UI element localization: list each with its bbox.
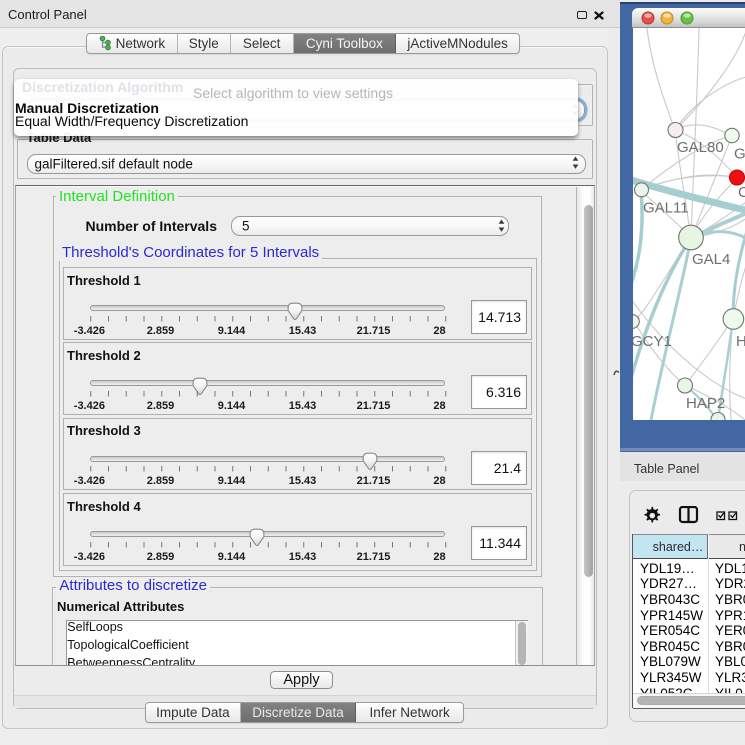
svg-text:H: H <box>736 333 745 350</box>
svg-text:GA: GA <box>734 145 745 162</box>
svg-text:GCY1: GCY1 <box>633 333 672 350</box>
svg-text:HAP2: HAP2 <box>686 395 725 412</box>
svg-text:GAL4: GAL4 <box>692 251 730 268</box>
svg-text:GAL80: GAL80 <box>677 139 724 156</box>
svg-text:C: C <box>738 184 745 201</box>
svg-text:GAL11: GAL11 <box>643 199 689 216</box>
